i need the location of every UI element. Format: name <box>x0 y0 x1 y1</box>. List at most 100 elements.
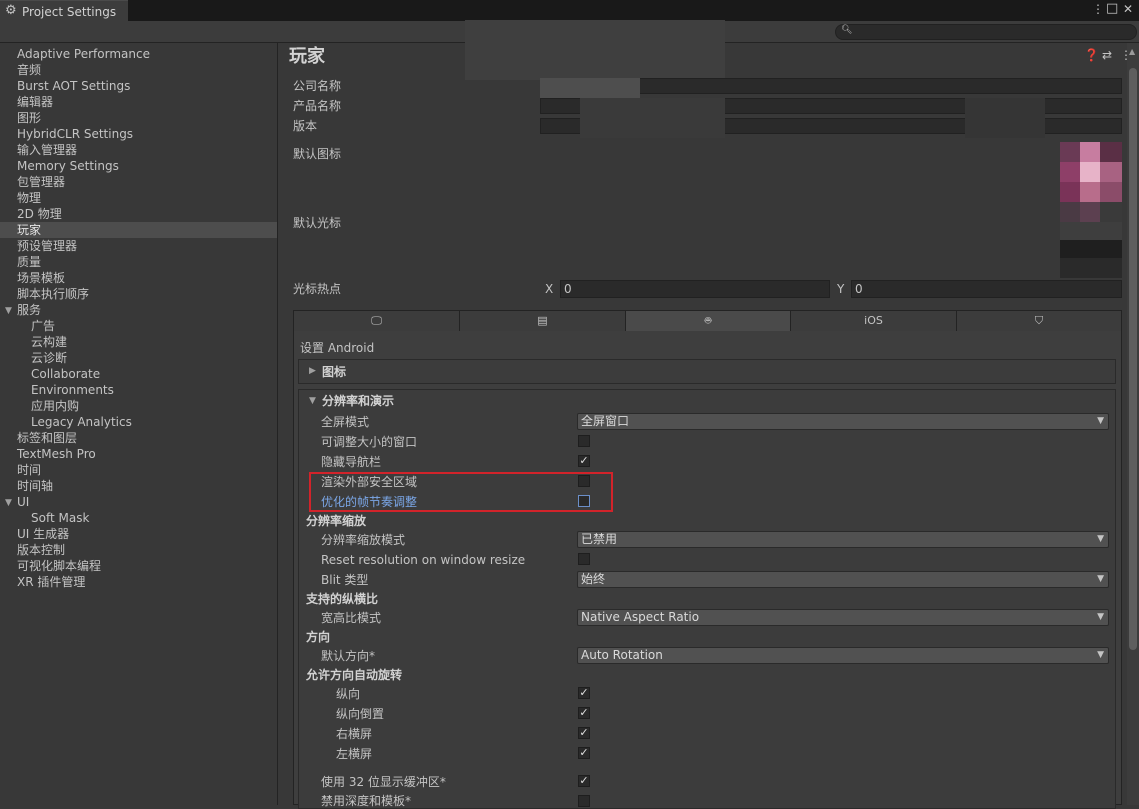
version-label: 版本 <box>293 119 318 133</box>
preset-icon[interactable]: ⇄ <box>1102 48 1112 62</box>
sidebar-item-memory[interactable]: Memory Settings <box>17 158 119 174</box>
sidebar-item-textmesh-pro[interactable]: TextMesh Pro <box>17 446 96 462</box>
resolution-scaling-mode-dropdown[interactable]: 已禁用 ▼ <box>577 531 1109 548</box>
maximize-icon[interactable]: □ <box>1106 1 1118 16</box>
scroll-up-icon[interactable]: ▲ <box>1129 47 1135 56</box>
disable-depth-stencil-checkbox[interactable] <box>578 795 590 807</box>
sidebar-item-ui-builder[interactable]: UI 生成器 <box>17 526 69 542</box>
sidebar-item-physics[interactable]: 物理 <box>17 190 41 206</box>
scrollbar-thumb[interactable] <box>1129 68 1137 650</box>
sidebar-item-adaptive-performance[interactable]: Adaptive Performance <box>17 46 150 62</box>
sidebar-item-hybridclr[interactable]: HybridCLR Settings <box>17 126 133 142</box>
expand-triangle-icon[interactable]: ▼ <box>5 498 12 508</box>
sidebar-item-collaborate[interactable]: Collaborate <box>31 366 100 382</box>
sidebar-item-timeline[interactable]: 时间轴 <box>17 478 53 494</box>
reset-resolution-label: Reset resolution on window resize <box>321 553 526 567</box>
android-icon: 🤖︎ <box>704 314 712 327</box>
sidebar-item-soft-mask[interactable]: Soft Mask <box>31 510 89 526</box>
cursor-hotspot-label: 光标热点 <box>293 282 342 296</box>
sidebar-item-scene-template[interactable]: 场景模板 <box>17 270 65 286</box>
use-32bit-buffer-checkbox[interactable]: ✓ <box>578 775 590 787</box>
blurred-region <box>540 78 640 98</box>
landscape-left-checkbox[interactable]: ✓ <box>578 747 590 759</box>
help-icon[interactable]: ❓ <box>1084 48 1099 62</box>
sidebar-item-physics-2d[interactable]: 2D 物理 <box>17 206 62 222</box>
html5-icon: ⛉ <box>1034 314 1044 327</box>
sidebar-item-player[interactable]: 玩家 <box>17 222 41 238</box>
dropdown-arrow-icon: ▼ <box>1097 574 1104 584</box>
sidebar-item-graphics[interactable]: 图形 <box>17 110 41 126</box>
default-icon-label: 默认图标 <box>293 147 342 161</box>
sidebar-item-services[interactable]: 服务 <box>17 302 41 318</box>
sidebar-item-cloud-build[interactable]: 云构建 <box>31 334 67 350</box>
tab-ios[interactable]: iOS <box>791 311 957 331</box>
sidebar-item-cloud-diagnostics[interactable]: 云诊断 <box>31 350 67 366</box>
hotspot-x-field[interactable]: 0 <box>560 280 830 298</box>
project-settings-tab[interactable]: ⚙ Project Settings <box>0 0 128 21</box>
portrait-checkbox[interactable]: ✓ <box>578 687 590 699</box>
sidebar-item-version-control[interactable]: 版本控制 <box>17 542 65 558</box>
sidebar-item-time[interactable]: 时间 <box>17 462 41 478</box>
blit-type-label: Blit 类型 <box>321 573 369 587</box>
resolution-scaling-header: 分辨率缩放 <box>306 514 367 528</box>
dropdown-arrow-icon: ▼ <box>1097 650 1104 660</box>
sidebar-item-xr-plugin[interactable]: XR 插件管理 <box>17 574 85 590</box>
expanded-triangle-icon[interactable]: ▼ <box>309 396 316 406</box>
dropdown-arrow-icon: ▼ <box>1097 612 1104 622</box>
default-cursor-label: 默认光标 <box>293 216 342 230</box>
more-menu-icon[interactable]: ⋮ <box>1092 2 1104 16</box>
sidebar-item-environments[interactable]: Environments <box>31 382 114 398</box>
sidebar-item-preset-manager[interactable]: 预设管理器 <box>17 238 77 254</box>
resizable-window-checkbox[interactable] <box>578 435 590 447</box>
sidebar-item-legacy-analytics[interactable]: Legacy Analytics <box>31 414 132 430</box>
sidebar-item-editor[interactable]: 编辑器 <box>17 94 53 110</box>
default-orientation-dropdown[interactable]: Auto Rotation ▼ <box>577 647 1109 664</box>
aspect-ratio-mode-dropdown[interactable]: Native Aspect Ratio ▼ <box>577 609 1109 626</box>
portrait-label: 纵向 <box>336 687 361 701</box>
aspect-ratio-mode-value: Native Aspect Ratio <box>581 610 700 624</box>
blit-type-value: 始终 <box>581 572 606 586</box>
blurred-region <box>580 98 725 138</box>
hotspot-y-field[interactable]: 0 <box>851 280 1122 298</box>
tab-webgl[interactable]: ⛉ <box>957 311 1121 331</box>
sidebar-item-quality[interactable]: 质量 <box>17 254 41 270</box>
sidebar-item-visual-scripting[interactable]: 可视化脚本编程 <box>17 558 101 574</box>
collapsed-triangle-icon: ▶ <box>309 366 316 376</box>
hide-nav-bar-checkbox[interactable]: ✓ <box>578 455 590 467</box>
search-input[interactable]: 🔍︎ <box>835 24 1137 40</box>
fullscreen-mode-dropdown[interactable]: 全屏窗口 ▼ <box>577 413 1109 430</box>
sidebar-item-audio[interactable]: 音频 <box>17 62 41 78</box>
sidebar-item-script-execution-order[interactable]: 脚本执行顺序 <box>17 286 89 302</box>
landscape-right-checkbox[interactable]: ✓ <box>578 727 590 739</box>
checkmark-icon: ✓ <box>579 726 589 739</box>
tab-android[interactable]: 🤖︎ <box>626 311 791 331</box>
checkmark-icon: ✓ <box>579 706 589 719</box>
aspect-ratio-mode-label: 宽高比模式 <box>321 611 382 625</box>
reset-resolution-checkbox[interactable] <box>578 553 590 565</box>
expand-triangle-icon[interactable]: ▼ <box>5 306 12 316</box>
sidebar-item-in-app-purchasing[interactable]: 应用内购 <box>31 398 79 414</box>
icon-foldout[interactable] <box>298 359 1116 384</box>
sidebar-item-ads[interactable]: 广告 <box>31 318 55 334</box>
highlight-annotation-box <box>309 472 613 512</box>
portrait-upside-down-label: 纵向倒置 <box>336 707 385 721</box>
sidebar-item-input-manager[interactable]: 输入管理器 <box>17 142 77 158</box>
platform-tabs: 🖵 ▤ 🤖︎ iOS ⛉ <box>293 310 1122 332</box>
blit-type-dropdown[interactable]: 始终 ▼ <box>577 571 1109 588</box>
checkmark-icon: ✓ <box>579 746 589 759</box>
tab-standalone[interactable]: 🖵 <box>294 311 460 331</box>
close-icon[interactable]: ✕ <box>1123 2 1133 16</box>
monitor-icon: 🖵 <box>371 314 382 327</box>
tab-server[interactable]: ▤ <box>460 311 626 331</box>
resolution-scaling-mode-label: 分辨率缩放模式 <box>321 533 406 547</box>
window-tab-bar <box>0 0 1139 21</box>
autorotation-header: 允许方向自动旋转 <box>306 668 403 682</box>
portrait-upside-down-checkbox[interactable]: ✓ <box>578 707 590 719</box>
orientation-header: 方向 <box>306 630 331 644</box>
sidebar-item-ui[interactable]: UI <box>17 494 29 510</box>
sidebar-item-burst[interactable]: Burst AOT Settings <box>17 78 130 94</box>
default-icon-thumbnail[interactable] <box>1060 142 1122 278</box>
sidebar-item-tags-layers[interactable]: 标签和图层 <box>17 430 77 446</box>
gear-icon: ⚙ <box>5 3 17 18</box>
sidebar-item-package-manager[interactable]: 包管理器 <box>17 174 65 190</box>
